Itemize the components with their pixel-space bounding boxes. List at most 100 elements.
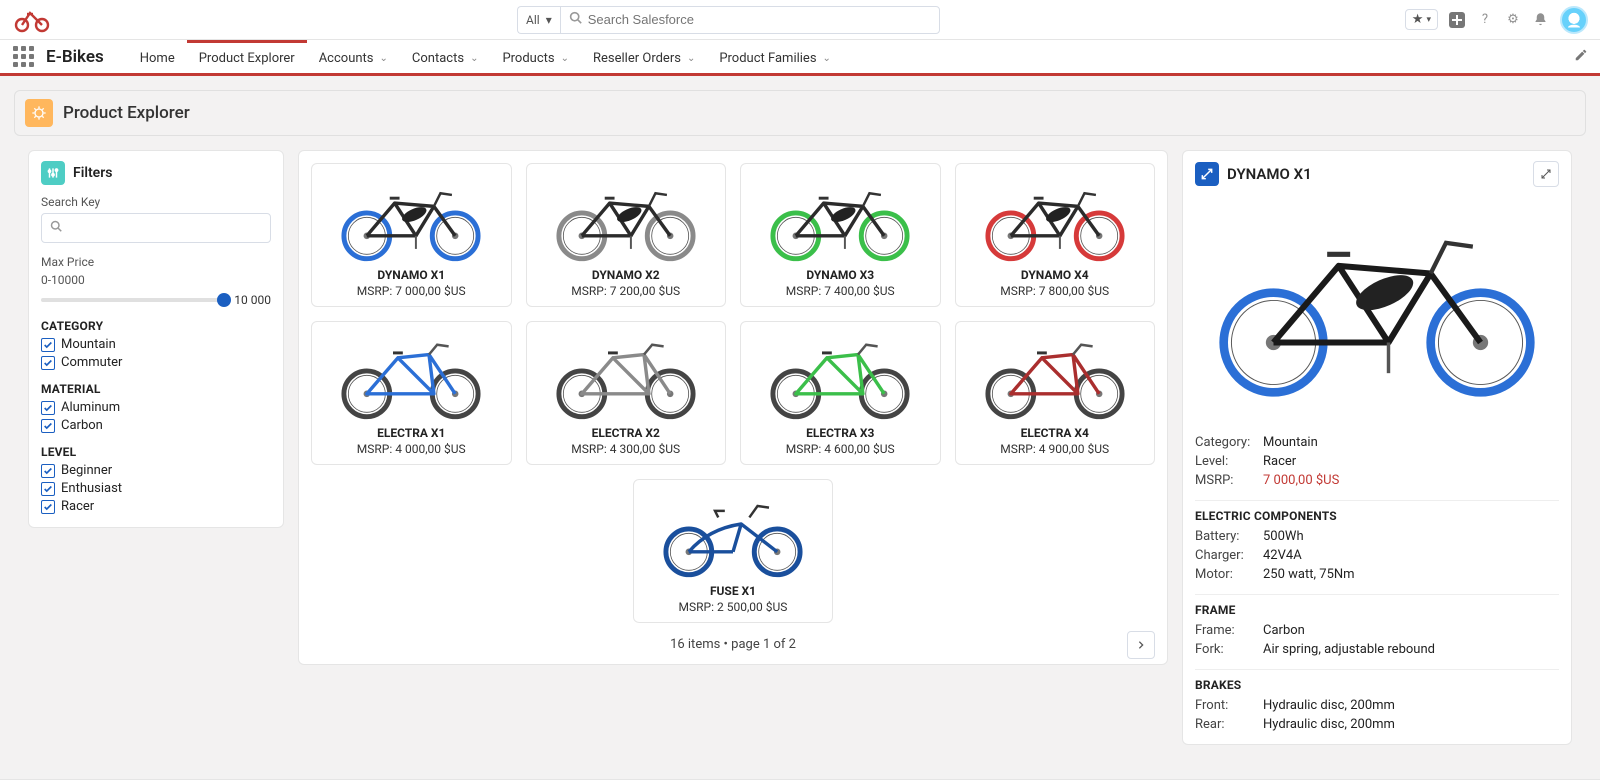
- nav-item-label: Product Explorer: [199, 51, 295, 66]
- bell-icon[interactable]: [1532, 11, 1550, 29]
- detail-key: Battery:: [1195, 529, 1263, 544]
- search-input[interactable]: [588, 12, 931, 27]
- detail-key: Front:: [1195, 698, 1263, 713]
- nav-item-accounts[interactable]: Accounts⌄: [307, 40, 400, 73]
- checkbox-mountain[interactable]: Mountain: [41, 337, 271, 352]
- product-tile[interactable]: ELECTRA X3MSRP: 4 600,00 $US: [740, 321, 941, 465]
- product-tile[interactable]: ELECTRA X2MSRP: 4 300,00 $US: [526, 321, 727, 465]
- checkbox-label: Aluminum: [61, 400, 120, 415]
- checkbox-icon: [41, 338, 55, 352]
- nav-item-label: Home: [140, 51, 175, 66]
- help-icon[interactable]: ?: [1476, 11, 1494, 29]
- detail-row: Front:Hydraulic disc, 200mm: [1195, 696, 1559, 715]
- nav-item-label: Products: [502, 51, 554, 66]
- checkbox-enthusiast[interactable]: Enthusiast: [41, 481, 271, 496]
- add-icon[interactable]: [1448, 11, 1466, 29]
- detail-value: 7 000,00 $US: [1263, 473, 1339, 488]
- checkbox-commuter[interactable]: Commuter: [41, 355, 271, 370]
- chevron-down-icon: ⌄: [470, 53, 478, 64]
- detail-value: 42V4A: [1263, 548, 1302, 563]
- app-nav: E-Bikes Home Product Explorer Accounts⌄Con…: [0, 40, 1600, 76]
- detail-row: MSRP:7 000,00 $US: [1195, 471, 1559, 490]
- detail-row: Category:Mountain: [1195, 433, 1559, 452]
- checkbox-icon: [41, 500, 55, 514]
- detail-image: [1195, 193, 1559, 423]
- detail-panel: DYNAMO X1 Category:MountainLevel:RacerMS…: [1182, 150, 1572, 745]
- detail-row: Frame:Carbon: [1195, 621, 1559, 640]
- global-header: All ▾ ★▾ ? ⚙: [0, 0, 1600, 40]
- search-scope-dropdown[interactable]: All ▾: [517, 6, 560, 34]
- checkbox-carbon[interactable]: Carbon: [41, 418, 271, 433]
- detail-row: Level:Racer: [1195, 452, 1559, 471]
- chevron-down-icon: ▾: [546, 13, 552, 27]
- checkbox-icon: [41, 419, 55, 433]
- product-tile[interactable]: ELECTRA X1MSRP: 4 000,00 $US: [311, 321, 512, 465]
- search-icon: [569, 11, 582, 28]
- checkbox-label: Racer: [61, 499, 94, 514]
- product-image: [964, 330, 1147, 420]
- nav-item-product-explorer[interactable]: Product Explorer: [187, 40, 307, 73]
- max-price-value: 10 000: [234, 293, 271, 307]
- slider-thumb[interactable]: [217, 293, 231, 307]
- chevron-down-icon: ⌄: [687, 53, 695, 64]
- detail-value: Racer: [1263, 454, 1296, 469]
- checkbox-label: Commuter: [61, 355, 122, 370]
- search-key-label: Search Key: [41, 195, 271, 209]
- gear-icon[interactable]: ⚙: [1504, 11, 1522, 29]
- nav-item-product-families[interactable]: Product Families⌄: [707, 40, 843, 73]
- page-band: Product Explorer Filters Search Key Max …: [0, 76, 1600, 780]
- detail-value: 500Wh: [1263, 529, 1304, 544]
- product-name: FUSE X1: [642, 584, 825, 598]
- product-msrp: MSRP: 2 500,00 $US: [642, 600, 825, 614]
- product-name: DYNAMO X1: [320, 268, 503, 282]
- filters-icon: [41, 161, 65, 185]
- product-tile[interactable]: ELECTRA X4MSRP: 4 900,00 $US: [955, 321, 1156, 465]
- detail-row: Motor:250 watt, 75Nm: [1195, 565, 1559, 584]
- max-price-range: 0-10000: [41, 273, 271, 287]
- product-tile[interactable]: DYNAMO X4MSRP: 7 800,00 $US: [955, 163, 1156, 307]
- nav-item-label: Reseller Orders: [593, 51, 681, 66]
- product-tile[interactable]: DYNAMO X1MSRP: 7 000,00 $US: [311, 163, 512, 307]
- favorites-button[interactable]: ★▾: [1405, 9, 1438, 30]
- nav-item-contacts[interactable]: Contacts⌄: [400, 40, 491, 73]
- page-title: Product Explorer: [63, 103, 190, 123]
- main-layout: Filters Search Key Max Price 0-10000 10 …: [14, 150, 1586, 759]
- nav-item-home[interactable]: Home: [128, 40, 187, 73]
- product-tile[interactable]: DYNAMO X2MSRP: 7 200,00 $US: [526, 163, 727, 307]
- pager-next-button[interactable]: [1127, 631, 1155, 659]
- detail-value: Hydraulic disc, 200mm: [1263, 698, 1395, 713]
- product-tile[interactable]: FUSE X1 MSRP: 2 500,00 $US: [633, 479, 834, 623]
- detail-key: Rear:: [1195, 717, 1263, 732]
- page-header-icon: [25, 99, 53, 127]
- nav-item-products[interactable]: Products⌄: [490, 40, 581, 73]
- app-launcher-icon[interactable]: [10, 44, 36, 70]
- detail-row: Fork:Air spring, adjustable rebound: [1195, 640, 1559, 659]
- checkbox-label: Carbon: [61, 418, 103, 433]
- page-header: Product Explorer: [14, 90, 1586, 136]
- app-name: E-Bikes: [46, 47, 104, 67]
- nav-item-reseller-orders[interactable]: Reseller Orders ⌄: [581, 40, 707, 73]
- checkbox-beginner[interactable]: Beginner: [41, 463, 271, 478]
- product-msrp: MSRP: 7 800,00 $US: [964, 284, 1147, 298]
- product-msrp: MSRP: 4 300,00 $US: [535, 442, 718, 456]
- checkbox-racer[interactable]: Racer: [41, 499, 271, 514]
- product-tile[interactable]: DYNAMO X3MSRP: 7 400,00 $US: [740, 163, 941, 307]
- filters-title: Filters: [73, 165, 112, 181]
- detail-value: Carbon: [1263, 623, 1305, 638]
- checkbox-label: Mountain: [61, 337, 116, 352]
- max-price-slider[interactable]: [41, 298, 224, 302]
- expand-button[interactable]: [1533, 161, 1559, 187]
- product-msrp: MSRP: 4 000,00 $US: [320, 442, 503, 456]
- edit-nav-icon[interactable]: [1574, 48, 1588, 66]
- product-msrp: MSRP: 4 900,00 $US: [964, 442, 1147, 456]
- search-key-input[interactable]: [62, 221, 262, 236]
- detail-value: Hydraulic disc, 200mm: [1263, 717, 1395, 732]
- product-image: [642, 488, 825, 578]
- detail-value: Air spring, adjustable rebound: [1263, 642, 1435, 657]
- detail-row: Battery:500Wh: [1195, 527, 1559, 546]
- checkbox-aluminum[interactable]: Aluminum: [41, 400, 271, 415]
- product-image: [320, 172, 503, 262]
- filter-group-title: CATEGORY: [41, 319, 271, 333]
- product-grid-panel: DYNAMO X1MSRP: 7 000,00 $US DYNAMO X2MSR…: [298, 150, 1168, 665]
- user-avatar[interactable]: [1560, 6, 1588, 34]
